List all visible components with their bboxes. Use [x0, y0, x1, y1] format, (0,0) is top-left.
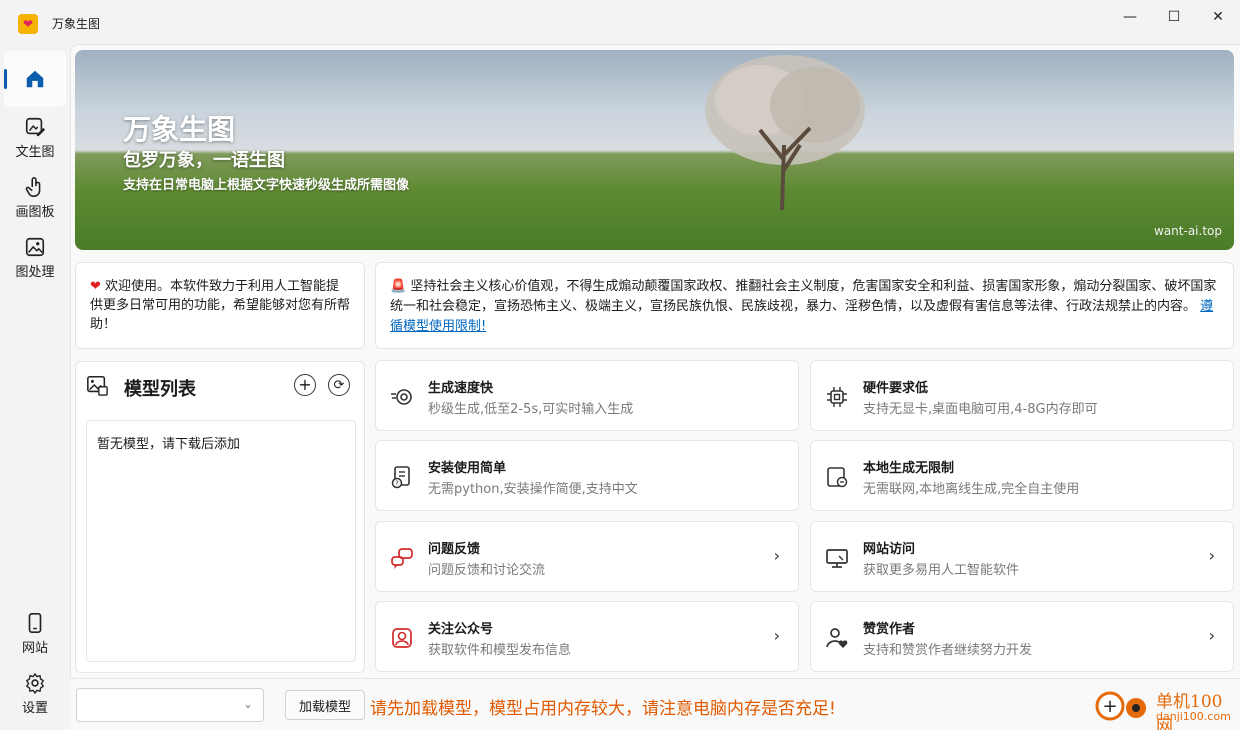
welcome-text: 欢迎使用。本软件致力于利用人工智能提供更多日常可用的功能，希望能够对您有所帮助！ — [90, 279, 351, 332]
window-title: 万象生图 — [52, 17, 101, 31]
corner-watermark: + 单机100网 danji100.com — [1092, 686, 1238, 730]
chevron-right-icon: › — [1208, 626, 1215, 645]
feature-description: 无需联网,本地离线生成,完全自主使用 — [863, 482, 1080, 497]
banner-subtitle: 包罗万象，一语生图 — [123, 150, 285, 171]
feature-card-speed: 生成速度快 秒级生成,低至2-5s,可实时输入生成 — [375, 360, 799, 431]
feature-description: 获取更多易用人工智能软件 — [863, 563, 1020, 578]
chevron-down-icon: ⌄ — [242, 697, 253, 711]
chevron-right-icon: › — [773, 546, 780, 565]
home-icon — [26, 70, 44, 88]
sidebar-item-image-processing[interactable]: 图处理 — [4, 230, 66, 286]
sidebar-item-label: 网站 — [21, 641, 48, 656]
website-card[interactable]: 网站访问 获取更多易用人工智能软件 › — [810, 521, 1234, 592]
feature-title: 问题反馈 — [428, 542, 481, 557]
sidebar-item-label: 文生图 — [15, 145, 55, 160]
feedback-card[interactable]: 问题反馈 问题反馈和讨论交流 › — [375, 521, 799, 592]
sidebar-item-label: 画图板 — [15, 205, 55, 220]
feature-title: 赞赏作者 — [863, 622, 916, 637]
wechat-icon — [392, 628, 412, 648]
feature-description: 无需python,安装操作简便,支持中文 — [428, 482, 638, 497]
sidebar-item-label: 设置 — [21, 701, 48, 716]
model-list-panel: 模型列表 + ⟳ 暂无模型，请下载后添加 — [75, 361, 365, 673]
sidebar-item-website[interactable]: 网站 — [4, 606, 66, 662]
feature-title: 本地生成无限制 — [863, 461, 955, 476]
model-list[interactable]: 暂无模型，请下载后添加 — [86, 420, 356, 662]
svg-text:+: + — [1102, 696, 1117, 717]
follow-account-card[interactable]: 关注公众号 获取软件和模型发布信息 › — [375, 601, 799, 672]
image-icon — [25, 237, 45, 257]
maximize-button[interactable]: ☐ — [1152, 0, 1196, 34]
heart-icon: ❤ — [90, 279, 101, 294]
feature-description: 问题反馈和讨论交流 — [428, 563, 546, 578]
gear-icon — [26, 673, 44, 694]
svg-text:?: ? — [395, 480, 399, 488]
title-bar: ❤ 万象生图 — ☐ ✕ — [0, 0, 1240, 44]
model-select-dropdown[interactable]: ⌄ — [76, 688, 264, 722]
hero-banner: 万象生图 包罗万象，一语生图 支持在日常电脑上根据文字快速秒级生成所需图像 wa… — [75, 50, 1234, 250]
banner-title: 万象生图 — [123, 113, 236, 146]
close-button[interactable]: ✕ — [1196, 0, 1240, 34]
chat-icon — [391, 548, 413, 569]
feature-card-install: ? 安装使用简单 无需python,安装操作简便,支持中文 — [375, 440, 799, 511]
install-icon: ? — [391, 466, 410, 489]
sidebar-item-drawing-board[interactable]: 画图板 — [4, 170, 66, 226]
gallery-icon — [87, 375, 108, 396]
notice-text: 坚持社会主义核心价值观，不得生成煽动颠覆国家政权、推翻社会主义制度，危害国家安全… — [390, 279, 1217, 314]
watermark-title: 单机100网 — [1156, 692, 1223, 730]
monitor-icon — [826, 549, 848, 568]
feature-description: 支持无显卡,桌面电脑可用,4-8G内存即可 — [863, 402, 1098, 417]
local-icon — [827, 467, 848, 488]
chevron-right-icon: › — [1208, 546, 1215, 565]
refresh-models-button[interactable]: ⟳ — [328, 374, 350, 396]
welcome-card: ❤ 欢迎使用。本软件致力于利用人工智能提供更多日常可用的功能，希望能够对您有所帮… — [75, 262, 365, 349]
banner-watermark: want-ai.top — [1154, 224, 1222, 238]
sidebar-item-label: 图处理 — [15, 265, 55, 280]
sidebar: 文生图 画图板 图处理 网站 设置 — [0, 44, 70, 730]
alarm-icon: 🚨 — [390, 279, 407, 294]
active-indicator — [4, 69, 7, 89]
feature-description: 秒级生成,低至2-5s,可实时输入生成 — [428, 402, 634, 417]
image-edit-icon — [25, 117, 46, 137]
feature-card-local: 本地生成无限制 无需联网,本地离线生成,完全自主使用 — [810, 440, 1234, 511]
watermark-logo-icon: + — [1095, 691, 1146, 721]
feature-title: 网站访问 — [863, 542, 916, 557]
speed-icon — [391, 389, 412, 405]
banner-description: 支持在日常电脑上根据文字快速秒级生成所需图像 — [123, 178, 410, 193]
app-logo-icon: ❤ — [18, 14, 38, 34]
empty-model-message: 暂无模型，请下载后添加 — [97, 437, 241, 452]
phone-icon — [28, 613, 42, 633]
sidebar-item-home[interactable] — [4, 51, 66, 107]
feature-description: 支持和赞赏作者继续努力开发 — [863, 643, 1033, 658]
load-model-button[interactable]: 加载模型 — [285, 690, 365, 720]
watermark-url: danji100.com — [1156, 710, 1231, 723]
model-list-title: 模型列表 — [124, 379, 196, 400]
chip-icon — [827, 387, 847, 407]
chevron-right-icon: › — [773, 626, 780, 645]
banner-tree-image — [705, 55, 865, 211]
hand-draw-icon — [25, 177, 41, 197]
sidebar-item-settings[interactable]: 设置 — [4, 666, 66, 722]
feature-title: 关注公众号 — [428, 622, 494, 637]
minimize-button[interactable]: — — [1108, 0, 1152, 34]
feature-card-hardware: 硬件要求低 支持无显卡,桌面电脑可用,4-8G内存即可 — [810, 360, 1234, 431]
reward-icon — [826, 628, 848, 648]
sidebar-item-text-to-image[interactable]: 文生图 — [4, 110, 66, 166]
notice-card: 🚨 坚持社会主义核心价值观，不得生成煽动颠覆国家政权、推翻社会主义制度，危害国家… — [375, 262, 1234, 349]
feature-title: 硬件要求低 — [863, 381, 929, 396]
memory-warning-text: 请先加载模型，模型占用内存较大，请注意电脑内存是否充足! — [370, 699, 836, 719]
reward-author-card[interactable]: 赞赏作者 支持和赞赏作者继续努力开发 › — [810, 601, 1234, 672]
add-model-button[interactable]: + — [294, 374, 316, 396]
feature-description: 获取软件和模型发布信息 — [428, 643, 572, 658]
feature-title: 生成速度快 — [428, 381, 494, 396]
feature-title: 安装使用简单 — [428, 461, 507, 476]
